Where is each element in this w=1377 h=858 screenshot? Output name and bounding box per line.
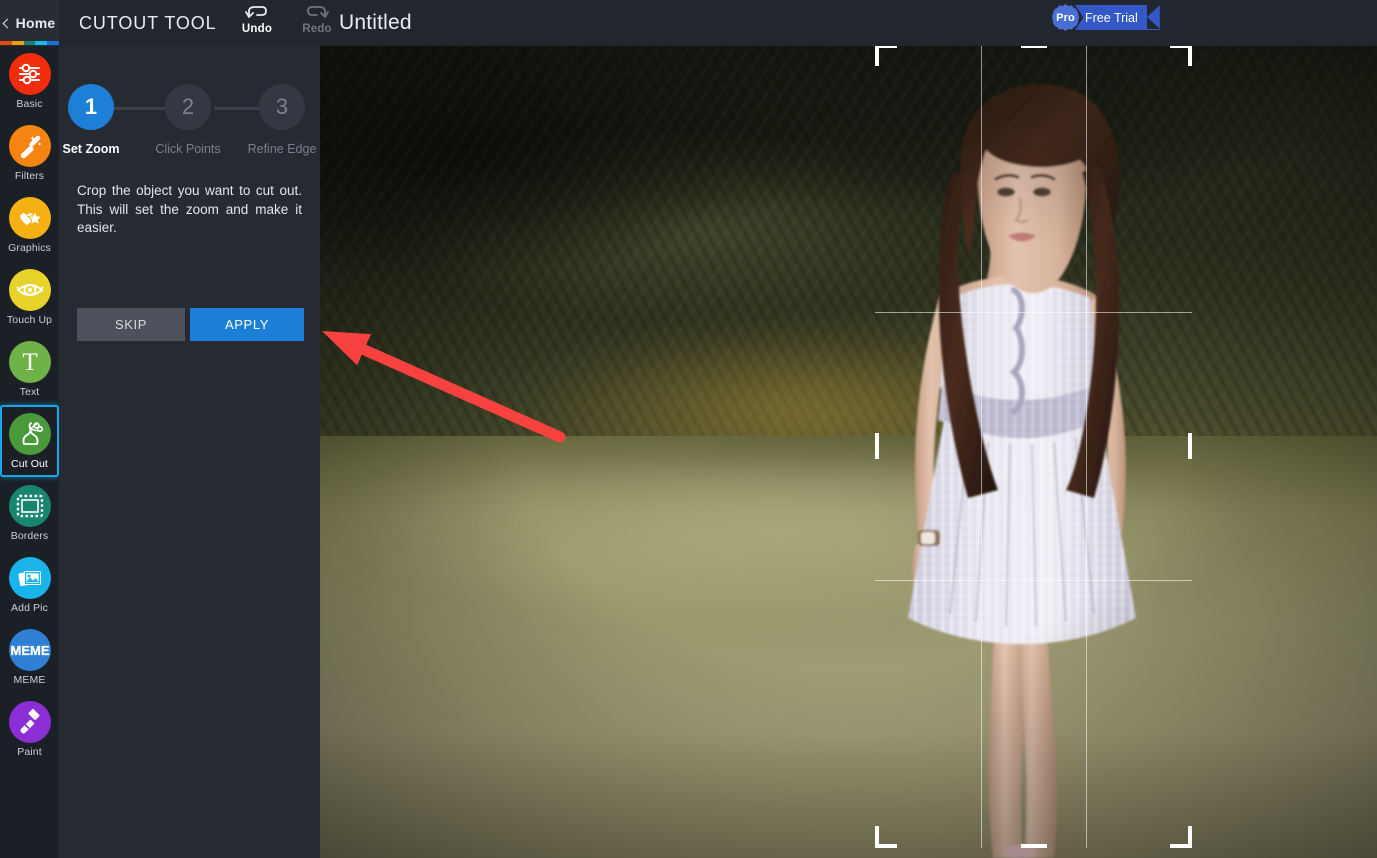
step-indicator: 1 2 3 Set Zoom Click Points Refine Edge [59, 72, 320, 168]
color-strip-segment-1 [0, 41, 12, 45]
color-strip-segment-4 [35, 41, 48, 45]
sidebar-item-label: Add Pic [11, 601, 48, 614]
step-2-caption: Click Points [155, 142, 221, 156]
panel-action-buttons: SKIP APPLY [77, 308, 304, 341]
step-3-caption: Refine Edge [247, 142, 317, 156]
sidebar-item-meme[interactable]: MEME MEME [0, 621, 59, 693]
sidebar-item-label: Cut Out [11, 457, 48, 470]
home-button[interactable]: Home [0, 0, 59, 46]
color-strip-segment-3 [23, 41, 36, 45]
document-title: Untitled [339, 11, 412, 34]
image-editor-window: Basic Filters Graphics Touch Up T Text Cut Out… [0, 0, 1377, 858]
pro-starburst-icon: Pro [1052, 4, 1079, 31]
eye-icon [8, 268, 51, 311]
skip-button[interactable]: SKIP [77, 308, 185, 341]
undo-arrow-icon [236, 3, 278, 24]
color-strip-segment-5 [47, 41, 59, 45]
tool-title: CUTOUT TOOL [79, 12, 217, 33]
redo-arrow-icon [296, 3, 338, 24]
cutout-tool-panel: 1 2 3 Set Zoom Click Points Refine Edge … [59, 46, 320, 858]
step-1-circle[interactable]: 1 [68, 84, 114, 130]
sidebar-item-touch-up[interactable]: Touch Up [0, 261, 59, 333]
instruction-text: Crop the object you want to cut out. Thi… [77, 183, 302, 235]
sidebar-item-text[interactable]: T Text [0, 333, 59, 405]
heart-star-icon [8, 196, 51, 239]
undo-button[interactable]: Undo [236, 3, 278, 35]
sidebar-item-label: Filters [14, 169, 45, 182]
sidebar-item-label: Basic [16, 97, 43, 110]
sidebar-item-label: Paint [17, 745, 42, 758]
free-trial-flag: Free Trial [1075, 5, 1160, 30]
scissors-path-icon [8, 412, 51, 455]
svg-text:MEME: MEME [10, 643, 49, 658]
sidebar-item-paint[interactable]: Paint [0, 693, 59, 765]
home-button-label: Home [15, 15, 56, 31]
sidebar-item-basic[interactable]: Basic [0, 45, 59, 117]
photo-vignette [320, 46, 1377, 858]
editing-photo [320, 46, 1377, 858]
undo-label: Undo [241, 23, 273, 35]
sliders-icon [8, 52, 51, 95]
meme-text-icon: MEME [8, 628, 51, 671]
sidebar-item-label: MEME [13, 673, 46, 686]
svg-text:T: T [22, 349, 37, 375]
free-trial-label: Free Trial [1085, 10, 1138, 25]
tools-sidebar: Basic Filters Graphics Touch Up T Text Cut Out… [0, 45, 59, 858]
sidebar-item-add-pic[interactable]: Add Pic [0, 549, 59, 621]
redo-button[interactable]: Redo [296, 3, 338, 35]
pro-free-trial-badge[interactable]: Pro Free Trial [1052, 4, 1160, 31]
apply-button[interactable]: APPLY [190, 308, 304, 341]
sidebar-item-label: Touch Up [6, 313, 53, 326]
sidebar-item-filters[interactable]: Filters [0, 117, 59, 189]
sidebar-item-borders[interactable]: Borders [0, 477, 59, 549]
magic-wand-icon [8, 124, 51, 167]
sidebar-item-label: Borders [10, 529, 49, 542]
paint-brush-icon [8, 700, 51, 743]
color-strip-segment-2 [11, 41, 24, 45]
brand-color-strip [0, 41, 59, 45]
undo-redo-group: Undo Redo [236, 0, 338, 46]
sidebar-item-cut-out[interactable]: Cut Out [0, 405, 59, 477]
step-3-circle[interactable]: 3 [259, 84, 305, 130]
step-1-caption: Set Zoom [62, 142, 120, 156]
pro-badge-label: Pro [1056, 11, 1075, 24]
chevron-left-icon [2, 18, 13, 28]
photos-stack-icon [8, 556, 51, 599]
step-2-circle[interactable]: 2 [165, 84, 211, 130]
frame-icon [8, 484, 51, 527]
letter-t-icon: T [8, 340, 51, 383]
photo-canvas[interactable] [320, 46, 1377, 858]
redo-label: Redo [302, 23, 332, 35]
sidebar-item-label: Graphics [8, 241, 51, 254]
sidebar-item-graphics[interactable]: Graphics [0, 189, 59, 261]
sidebar-item-label: Text [19, 385, 40, 398]
top-toolbar: Home CUTOUT TOOL Undo Redo Untitled Pro … [0, 0, 1377, 46]
